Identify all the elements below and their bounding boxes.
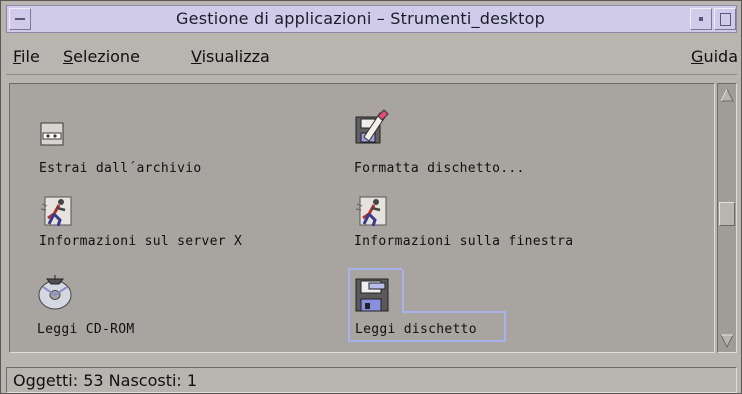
menu-guida[interactable]: Guida <box>691 47 738 66</box>
runner-icon <box>354 194 392 230</box>
menu-file[interactable]: File <box>13 47 40 66</box>
format-floppy-icon <box>354 109 392 145</box>
application-manager-window: Gestione di applicazioni – Strumenti_des… <box>0 0 742 394</box>
icon-label: Leggi CD-ROM <box>37 322 135 337</box>
icon-label: Estrai dall´archivio <box>39 161 202 176</box>
icon-label: Leggi dischetto <box>355 322 477 337</box>
menu-selezione[interactable]: Selezione <box>63 47 140 66</box>
minimize-button[interactable] <box>690 8 712 30</box>
window-menu-button[interactable] <box>9 8 31 30</box>
cdrom-icon <box>37 275 75 311</box>
maximize-button[interactable] <box>714 8 736 30</box>
scroll-down-arrow-icon[interactable] <box>719 332 735 350</box>
window-title: Gestione di applicazioni – Strumenti_des… <box>176 9 545 28</box>
scroll-thumb[interactable] <box>719 202 735 226</box>
title-bar[interactable]: Gestione di applicazioni – Strumenti_des… <box>6 5 737 33</box>
status-text: Oggetti: 53 Nascosti: 1 <box>13 371 198 390</box>
selection-notch <box>402 268 506 313</box>
status-bar: Oggetti: 53 Nascosti: 1 <box>6 367 737 393</box>
floppy-icon <box>355 277 393 313</box>
icon-label: Informazioni sulla finestra <box>354 234 574 249</box>
vertical-scrollbar[interactable] <box>717 83 737 353</box>
menu-visualizza[interactable]: Visualizza <box>191 47 270 66</box>
icon-label: Formatta dischetto... <box>354 161 525 176</box>
scroll-up-arrow-icon[interactable] <box>719 86 735 104</box>
archive-extract-icon <box>39 115 77 151</box>
menu-bar: File Selezione Visualizza Guida <box>6 35 738 75</box>
selection-notch-edge <box>402 270 404 313</box>
selection-notch-edge <box>402 311 506 313</box>
icon-label: Informazioni sul server X <box>39 234 243 249</box>
runner-icon <box>39 194 77 230</box>
